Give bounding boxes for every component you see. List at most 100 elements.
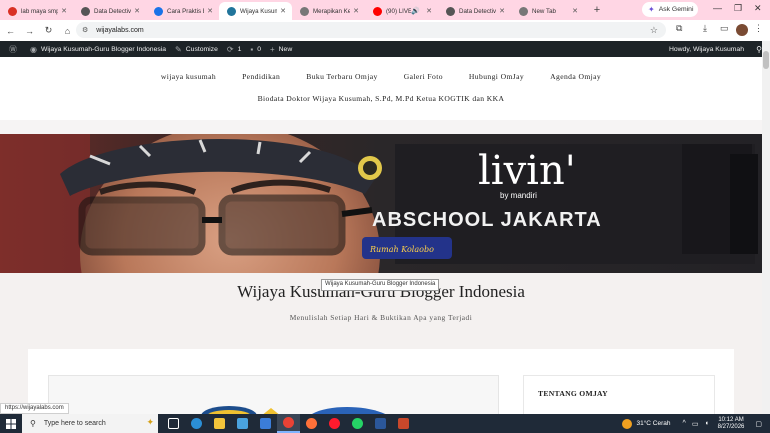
home-icon[interactable]: ⌂ <box>59 26 76 36</box>
notification-icon[interactable]: ▢ <box>755 420 762 428</box>
tab-close-icon[interactable]: ✕ <box>426 7 432 15</box>
new-tab-button[interactable]: + <box>590 4 604 16</box>
page-scrollbar[interactable] <box>762 41 770 414</box>
comments-link[interactable]: ▪ 0 <box>250 45 261 54</box>
profile-avatar[interactable] <box>736 24 748 36</box>
tab-close-icon[interactable]: ✕ <box>280 7 286 15</box>
banner-sign-text: Rumah Kolaobo <box>369 245 434 254</box>
address-url: wijayalabs.com <box>96 26 144 34</box>
volume-icon[interactable]: ◖ <box>704 420 708 427</box>
app-grid-icon <box>398 418 409 429</box>
scrollbar-thumb[interactable] <box>763 51 769 69</box>
extensions-icon[interactable]: ⧉ <box>676 23 682 34</box>
taskbar-app-firefox[interactable] <box>300 414 323 433</box>
taskbar-apps <box>162 414 415 433</box>
nav-menu-item[interactable]: Biodata Doktor Wijaya Kusumah, S.Pd, M.P… <box>258 94 505 103</box>
comments-count: 0 <box>257 45 261 53</box>
windows-taskbar: ⚲ Type here to search ✦ 31°C Cerah ^ ▭ ◖… <box>0 414 770 433</box>
maximize-icon[interactable]: ❐ <box>734 3 742 14</box>
nav-menu-item[interactable]: Buku Terbaru Omjay <box>306 72 377 81</box>
system-tray: 31°C Cerah ^ ▭ ◖ 10:12 AM 8/27/2026 ▢ <box>622 414 770 433</box>
address-bar[interactable]: ⚙ wijayalabs.com ☆ <box>76 22 666 38</box>
reload-icon[interactable]: ↻ <box>40 25 57 36</box>
brush-icon: ✎ <box>175 44 182 54</box>
taskbar-app-word[interactable] <box>369 414 392 433</box>
browser-tab[interactable]: lab maya smp ✕ <box>0 2 73 20</box>
gemini-spark-icon: ✦ <box>648 5 655 14</box>
search-icon: ⚲ <box>30 419 36 428</box>
taskbar-app-task-view[interactable] <box>162 414 185 433</box>
wordpress-icon: Ⓦ <box>9 44 17 54</box>
tab-favicon-icon <box>154 6 163 16</box>
download-icon[interactable]: ⤓ <box>703 23 707 34</box>
taskbar-app-opera[interactable] <box>323 414 346 433</box>
browser-toolbar: ← → ↻ ⌂ ⚙ wijayalabs.com ☆ ⧉ ⤓ ▭ ⋮ <box>0 20 770 41</box>
taskbar-app-whatsapp[interactable] <box>346 414 369 433</box>
start-button[interactable] <box>0 414 22 433</box>
forward-arrow-icon[interactable]: → <box>21 26 38 36</box>
browser-tab[interactable]: Merapikan Kel ✕ <box>292 2 365 20</box>
network-icon[interactable]: ▭ <box>692 420 699 428</box>
nav-menu-item[interactable]: Agenda Omjay <box>550 72 601 81</box>
clock[interactable]: 10:12 AM 8/27/2026 <box>718 417 745 431</box>
taskbar-app-app-grid[interactable] <box>392 414 415 433</box>
sidebar-icon[interactable]: ▭ <box>720 23 729 34</box>
browser-tab[interactable]: (90) LIVE 🔊 ✕ <box>365 2 438 20</box>
wp-admin-bar: Ⓦ ◉ Wijaya Kusumah-Guru Blogger Indonesia… <box>0 41 770 57</box>
whatsapp-icon <box>352 418 363 429</box>
windows-logo-icon <box>6 418 16 429</box>
header-banner-image: livin' by mandiri ABSCHOOL JAKARTA Rumah… <box>0 134 762 273</box>
tab-title: New Tab <box>532 7 556 15</box>
nav-menu-item[interactable]: Pendidikan <box>242 72 280 81</box>
admin-site-name[interactable]: ◉ Wijaya Kusumah-Guru Blogger Indonesia <box>30 45 166 54</box>
tab-audio-icon[interactable]: 🔊 <box>411 7 420 15</box>
file-explorer-icon <box>214 418 225 429</box>
close-window-icon[interactable]: ✕ <box>754 3 762 14</box>
taskbar-app-edge[interactable] <box>185 414 208 433</box>
browser-tab[interactable]: Data Detective ✕ <box>438 2 511 20</box>
weather-text[interactable]: 31°C Cerah <box>636 420 670 427</box>
browser-tab[interactable]: Wijaya Kusumah✕ <box>219 2 292 20</box>
new-content-link[interactable]: + New <box>270 45 292 54</box>
site-info-icon[interactable]: ⚙ <box>82 26 88 34</box>
tab-close-icon[interactable]: ✕ <box>207 7 213 15</box>
browser-tab[interactable]: New Tab ✕ <box>511 2 584 20</box>
taskbar-app-chrome[interactable] <box>277 414 300 433</box>
updates-count: 1 <box>237 45 242 53</box>
tab-close-icon[interactable]: ✕ <box>353 7 359 15</box>
tab-favicon-icon <box>81 6 90 16</box>
header-spacer <box>0 120 762 134</box>
tab-close-icon[interactable]: ✕ <box>572 7 578 15</box>
howdy-user[interactable]: Howdy, Wijaya Kusumah <box>669 46 744 53</box>
nav-menu-item[interactable]: Galeri Foto <box>404 72 443 81</box>
browser-tab[interactable]: Cara Praktis Bu✕ <box>146 2 219 20</box>
nav-menu-item[interactable]: wijaya kusumah <box>161 72 216 81</box>
admin-site-name-label: Wijaya Kusumah-Guru Blogger Indonesia <box>40 45 167 53</box>
tab-title: lab maya smp <box>21 7 59 15</box>
wp-logo[interactable]: Ⓦ <box>9 44 21 55</box>
new-label: New <box>278 45 293 53</box>
ask-gemini-button[interactable]: ✦ Ask Gemini <box>642 2 698 17</box>
tab-close-icon[interactable]: ✕ <box>499 7 505 15</box>
tab-close-icon[interactable]: ✕ <box>61 7 67 15</box>
tab-title: Data Detective <box>94 7 132 15</box>
home-dashboard-icon: ◉ <box>30 44 37 54</box>
featured-post-image[interactable] <box>48 375 499 415</box>
banner-wall-text: ABSCHOOL JAKARTA <box>372 209 602 231</box>
customize-link[interactable]: ✎ Customize <box>175 45 218 54</box>
updates-link[interactable]: ⟳ 1 <box>227 45 241 54</box>
chrome-menu-icon[interactable]: ⋮ <box>754 23 763 34</box>
taskbar-app-store[interactable] <box>231 414 254 433</box>
bookmark-star-icon[interactable]: ☆ <box>650 25 658 36</box>
minimize-icon[interactable]: — <box>713 3 722 13</box>
taskbar-search[interactable]: ⚲ Type here to search ✦ <box>22 414 158 433</box>
firefox-icon <box>306 418 317 429</box>
nav-menu-item[interactable]: Hubungi OmJay <box>469 72 524 81</box>
back-arrow-icon[interactable]: ← <box>2 26 19 36</box>
tray-chevron-icon[interactable]: ^ <box>683 420 686 427</box>
taskbar-app-mail[interactable] <box>254 414 277 433</box>
taskbar-app-file-explorer[interactable] <box>208 414 231 433</box>
browser-tab[interactable]: Data Detective ✕ <box>73 2 146 20</box>
tab-title: Data Detective <box>459 7 497 15</box>
tab-close-icon[interactable]: ✕ <box>134 7 140 15</box>
